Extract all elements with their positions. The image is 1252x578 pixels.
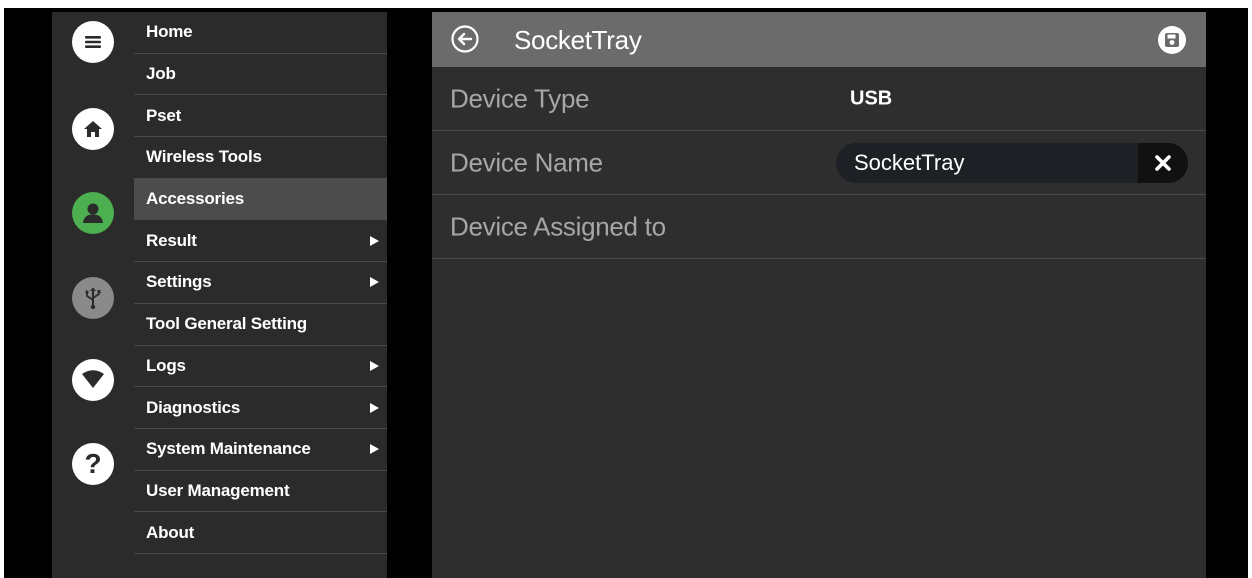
menu-item-label: Tool General Setting	[146, 314, 307, 334]
menu-item-label: Settings	[146, 272, 212, 292]
home-icon[interactable]	[72, 108, 114, 150]
wifi-icon[interactable]	[72, 359, 114, 401]
menu-item-user-management[interactable]: User Management	[134, 471, 387, 513]
help-icon[interactable]: ?	[72, 443, 114, 485]
menu-item-wireless-tools[interactable]: Wireless Tools	[134, 137, 387, 179]
menu-item-label: Wireless Tools	[146, 147, 262, 167]
device-type-label: Device Type	[450, 83, 590, 113]
device-type-row: Device Type USB	[432, 67, 1206, 131]
submenu-arrow-icon	[370, 444, 379, 455]
submenu-arrow-icon	[370, 277, 379, 288]
panel-header: SocketTray	[432, 12, 1206, 67]
menu-item-label: Accessories	[146, 189, 244, 209]
menu-item-label: Diagnostics	[146, 397, 241, 417]
device-detail-panel: SocketTray Device Type USB Device Name D…	[432, 12, 1206, 578]
device-assigned-label: Device Assigned to	[450, 211, 666, 241]
menu-item-result[interactable]: Result	[134, 220, 387, 263]
menu-item-tool-general-setting[interactable]: Tool General Setting	[134, 304, 387, 346]
device-assigned-row[interactable]: Device Assigned to	[432, 195, 1206, 259]
menu-item-job[interactable]: Job	[134, 54, 387, 96]
menu-item-about[interactable]: About	[134, 512, 387, 554]
device-name-row: Device Name	[432, 131, 1206, 195]
menu-item-label: About	[146, 522, 195, 542]
device-name-label: Device Name	[450, 147, 603, 177]
menu-item-label: Result	[146, 230, 197, 250]
menu-item-label: System Maintenance	[146, 439, 311, 459]
usb-icon[interactable]	[72, 277, 114, 319]
menu-item-settings[interactable]: Settings	[134, 262, 387, 304]
user-icon[interactable]	[72, 192, 114, 234]
menu-item-label: Job	[146, 64, 176, 84]
menu-item-system-maintenance[interactable]: System Maintenance	[134, 429, 387, 471]
submenu-arrow-icon	[370, 360, 379, 371]
menu-item-label: Home	[146, 22, 193, 42]
menu-item-pset[interactable]: Pset	[134, 95, 387, 138]
menu-item-accessories[interactable]: Accessories	[134, 178, 387, 221]
back-arrow-icon[interactable]	[450, 24, 480, 54]
menu-item-logs[interactable]: Logs	[134, 346, 387, 388]
submenu-arrow-icon	[370, 235, 379, 246]
page-title: SocketTray	[514, 25, 642, 55]
save-icon[interactable]	[1156, 24, 1188, 56]
side-menu: Home Job Pset Wireless Tools Accessories…	[134, 12, 387, 554]
device-name-input[interactable]	[836, 143, 1136, 183]
submenu-arrow-icon	[370, 402, 379, 413]
clear-icon[interactable]	[1138, 143, 1188, 183]
device-name-field	[836, 143, 1188, 183]
menu-item-label: User Management	[146, 480, 290, 500]
menu-item-label: Pset	[146, 105, 182, 125]
menu-item-diagnostics[interactable]: Diagnostics	[134, 387, 387, 429]
hamburger-menu-icon[interactable]	[72, 21, 114, 63]
device-type-value: USB	[850, 87, 893, 109]
menu-item-home[interactable]: Home	[134, 12, 387, 54]
menu-item-label: Logs	[146, 355, 186, 375]
